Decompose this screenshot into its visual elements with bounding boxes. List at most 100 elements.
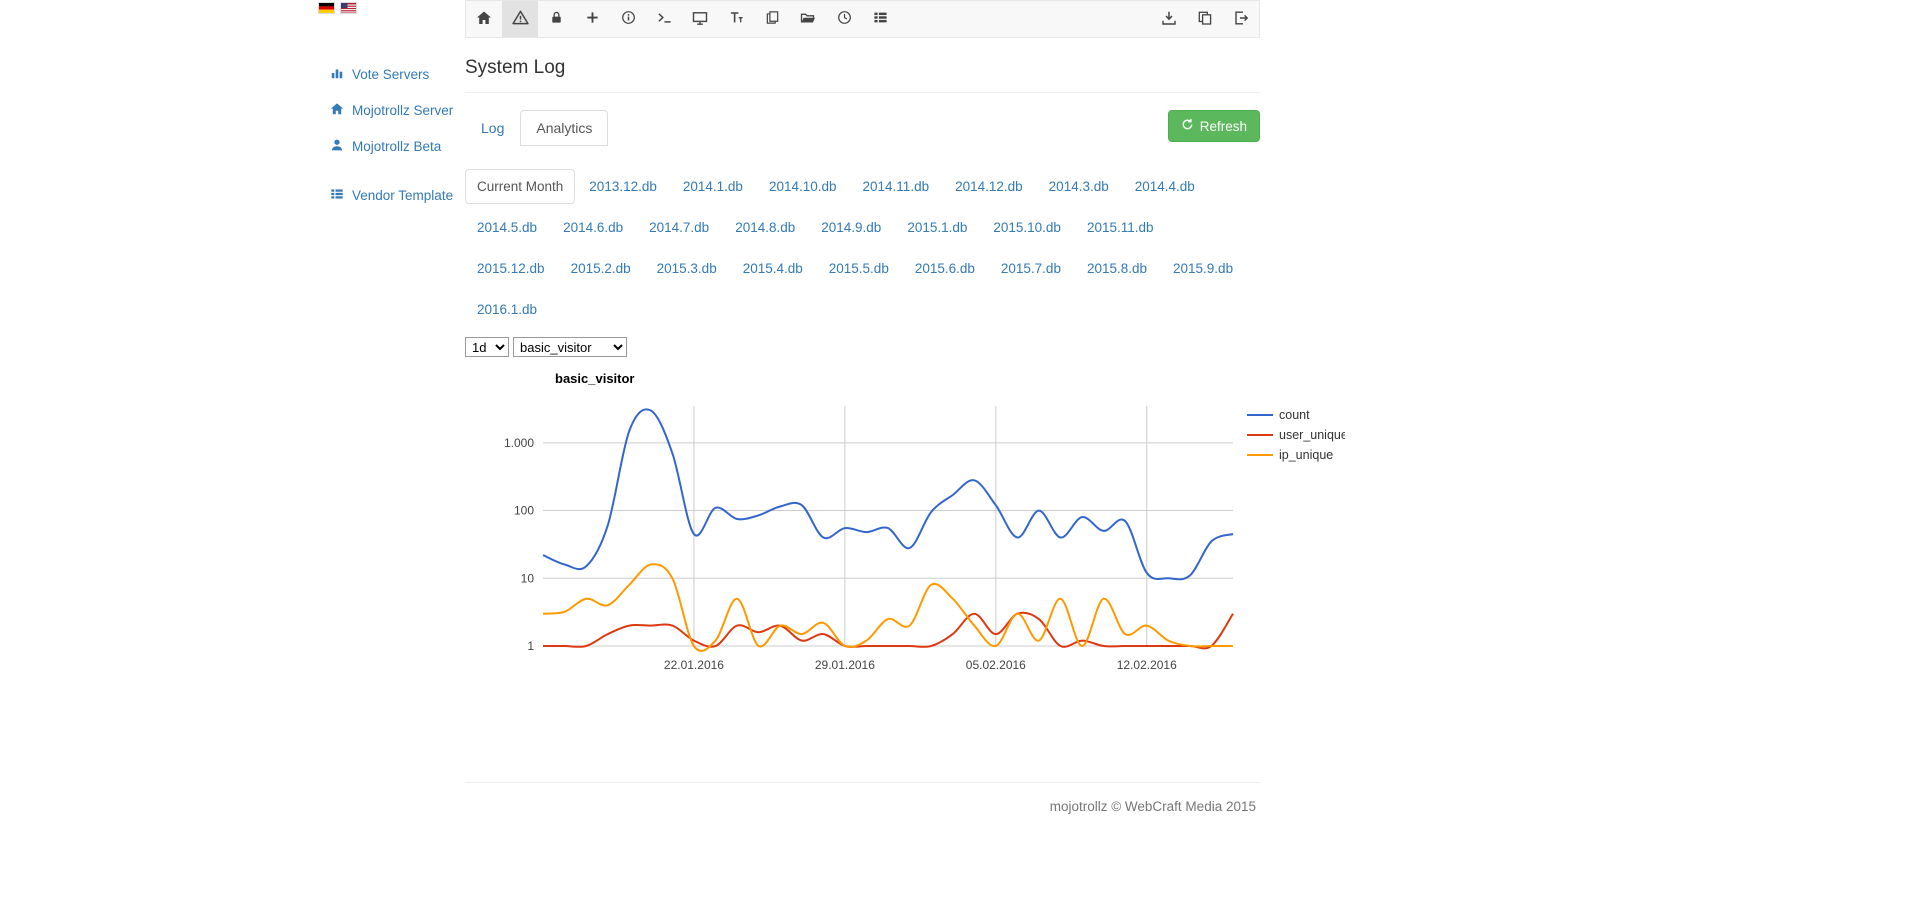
metric-select[interactable]: basic_visitor [513,337,627,357]
language-switcher [318,2,357,14]
db-tab-2014-8-db[interactable]: 2014.8.db [723,210,807,245]
db-tab-2014-3-db[interactable]: 2014.3.db [1037,169,1121,204]
db-tab-2015-5-db[interactable]: 2015.5.db [817,251,901,286]
display-button[interactable] [682,1,718,37]
series-count [543,409,1233,579]
add-button[interactable] [574,1,610,37]
chart-title: basic_visitor [555,371,635,386]
view-tabs: Log Analytics Refresh [465,110,1260,146]
sidebar: Vote Servers Mojotrollz Server Mojotroll… [330,0,465,854]
db-tab-2015-11-db[interactable]: 2015.11.db [1075,210,1166,245]
th-list-icon [873,10,888,28]
db-tab-2015-2-db[interactable]: 2015.2.db [559,251,643,286]
db-tab-2015-12-db[interactable]: 2015.12.db [465,251,557,286]
warning-icon [512,9,529,29]
db-tab-2014-12-db[interactable]: 2014.12.db [943,169,1035,204]
x-tick-label: 22.01.2016 [664,658,724,672]
home-icon [330,102,344,119]
terminal-icon [657,10,672,28]
db-tab-2014-5-db[interactable]: 2014.5.db [465,210,549,245]
db-tab-2015-8-db[interactable]: 2015.8.db [1075,251,1159,286]
sidebar-item-vote-servers[interactable]: Vote Servers [330,66,465,83]
user-icon [330,138,344,155]
interval-select[interactable]: 1d [465,337,509,357]
us-flag-icon[interactable] [340,2,357,14]
db-tab-2013-12-db[interactable]: 2013.12.db [577,169,669,204]
y-tick-label: 1.000 [504,436,534,450]
page: Vote Servers Mojotrollz Server Mojotroll… [330,0,1260,854]
series-ip_unique [543,564,1233,651]
db-tab-2014-1-db[interactable]: 2014.1.db [671,169,755,204]
clock-icon [837,10,852,28]
legend-item-count[interactable]: count [1279,408,1310,422]
import-button[interactable] [1151,1,1187,37]
db-tab-2015-4-db[interactable]: 2015.4.db [731,251,815,286]
y-tick-label: 100 [514,504,534,518]
home-icon [476,10,492,29]
history-button[interactable] [826,1,862,37]
sidebar-item-mojotrollz-beta[interactable]: Mojotrollz Beta [330,138,465,155]
x-tick-label: 05.02.2016 [966,658,1026,672]
refresh-icon [1181,118,1194,134]
db-tab-2015-7-db[interactable]: 2015.7.db [989,251,1073,286]
files-button[interactable] [754,1,790,37]
sidebar-item-label: Vote Servers [352,67,429,82]
db-tab-2014-7-db[interactable]: 2014.7.db [637,210,721,245]
sidebar-item-label: Mojotrollz Beta [352,139,441,154]
db-tab-2016-1-db[interactable]: 2016.1.db [465,292,549,327]
page-title: System Log [465,57,1260,79]
toolbar-spacer [898,1,1151,37]
line-chart-svg: 1101001.00022.01.201629.01.201605.02.201… [465,361,1345,683]
download-icon [1161,10,1177,29]
db-tab-2015-10-db[interactable]: 2015.10.db [981,210,1073,245]
db-tab-2015-1-db[interactable]: 2015.1.db [895,210,979,245]
text-button[interactable] [718,1,754,37]
tab-log[interactable]: Log [465,110,520,146]
db-tab-2015-3-db[interactable]: 2015.3.db [645,251,729,286]
folder-open-icon [800,10,816,29]
info-button[interactable] [610,1,646,37]
refresh-button[interactable]: Refresh [1168,110,1260,142]
db-tab-current-month[interactable]: Current Month [465,169,575,204]
db-tab-2015-6-db[interactable]: 2015.6.db [903,251,987,286]
db-tab-2014-9-db[interactable]: 2014.9.db [809,210,893,245]
bar-chart-icon [330,66,344,83]
sidebar-item-mojotrollz-server[interactable]: Mojotrollz Server [330,102,465,119]
refresh-label: Refresh [1200,119,1247,134]
title-divider [465,92,1260,93]
sidebar-item-label: Vendor Template [352,188,453,203]
db-tab-2014-4-db[interactable]: 2014.4.db [1123,169,1207,204]
home-button[interactable] [466,1,502,37]
system-log-button[interactable] [502,1,538,37]
lock-button[interactable] [538,1,574,37]
logout-button[interactable] [1223,1,1259,37]
logout-icon [1233,10,1249,29]
lock-icon [549,10,564,28]
chart-controls: 1d basic_visitor [465,337,1260,357]
main-content: System Log Log Analytics Refresh Current… [465,0,1260,854]
sidebar-item-vendor-template[interactable]: Vendor Template [330,187,465,204]
folder-button[interactable] [790,1,826,37]
db-tab-2014-10-db[interactable]: 2014.10.db [757,169,849,204]
legend-item-ip_unique[interactable]: ip_unique [1279,448,1333,462]
tab-analytics[interactable]: Analytics [520,110,608,146]
display-icon [692,10,708,29]
y-tick-label: 10 [521,571,535,585]
console-button[interactable] [646,1,682,37]
db-tab-2014-6-db[interactable]: 2014.6.db [551,210,635,245]
x-tick-label: 12.02.2016 [1117,658,1177,672]
german-flag-icon[interactable] [318,2,335,14]
files-icon [765,10,780,28]
legend-item-user_unique[interactable]: user_unique [1279,428,1345,442]
db-tab-2015-9-db[interactable]: 2015.9.db [1161,251,1245,286]
db-tab-2014-11-db[interactable]: 2014.11.db [851,169,942,204]
top-toolbar [465,0,1260,38]
y-tick-label: 1 [527,639,534,653]
info-icon [621,10,636,28]
duplicate-button[interactable] [1187,1,1223,37]
list-button[interactable] [862,1,898,37]
text-height-icon [729,10,744,28]
list-icon [330,187,344,204]
plus-icon [585,10,600,28]
footer-copyright: mojotrollz © WebCraft Media 2015 [465,783,1260,854]
